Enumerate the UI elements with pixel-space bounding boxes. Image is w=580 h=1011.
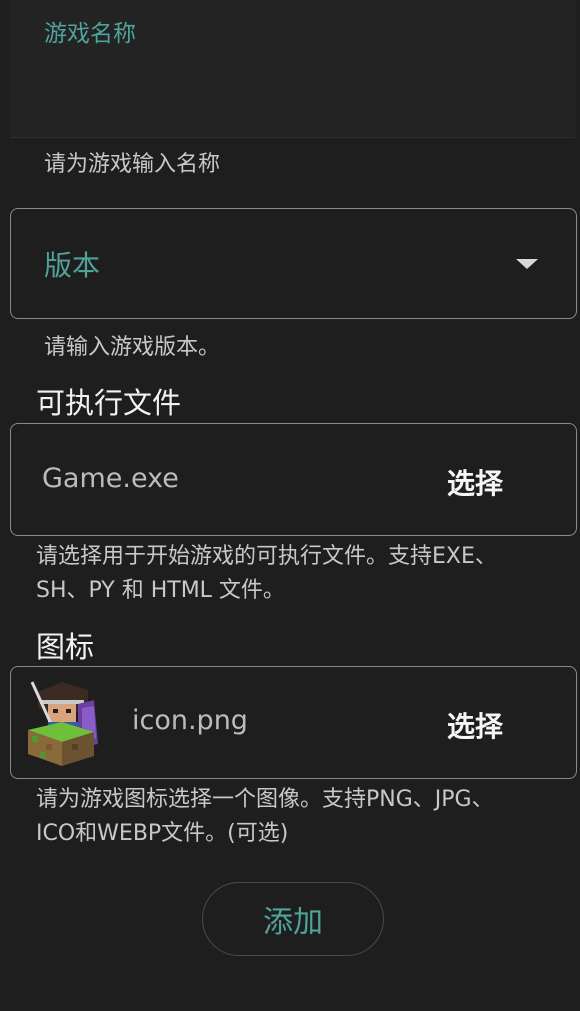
executable-helper-line1: 请选择用于开始游戏的可执行文件。支持EXE、 (36, 544, 497, 569)
version-helper: 请输入游戏版本。 (44, 335, 221, 360)
icon-helper-line2: ICO和WEBP文件。(可选) (36, 821, 289, 846)
icon-filename: icon.png (132, 705, 248, 736)
game-name-helper: 请为游戏输入名称 (44, 152, 221, 177)
executable-section-title: 可执行文件 (36, 386, 182, 420)
icon-section-title: 图标 (36, 630, 95, 664)
executable-filename: Game.exe (42, 463, 179, 494)
game-name-label: 游戏名称 (44, 21, 136, 47)
game-name-underline (10, 137, 576, 138)
executable-helper-line2: SH、PY 和 HTML 文件。 (36, 578, 285, 603)
select-icon-button[interactable]: 选择 (447, 705, 503, 745)
add-button[interactable]: 添加 (202, 882, 384, 956)
select-executable-button[interactable]: 选择 (447, 462, 503, 502)
game-icon-preview-icon (22, 678, 102, 768)
chevron-down-icon[interactable] (516, 259, 538, 269)
icon-helper-line1: 请为游戏图标选择一个图像。支持PNG、JPG、 (36, 787, 494, 812)
version-label: 版本 (44, 249, 101, 282)
